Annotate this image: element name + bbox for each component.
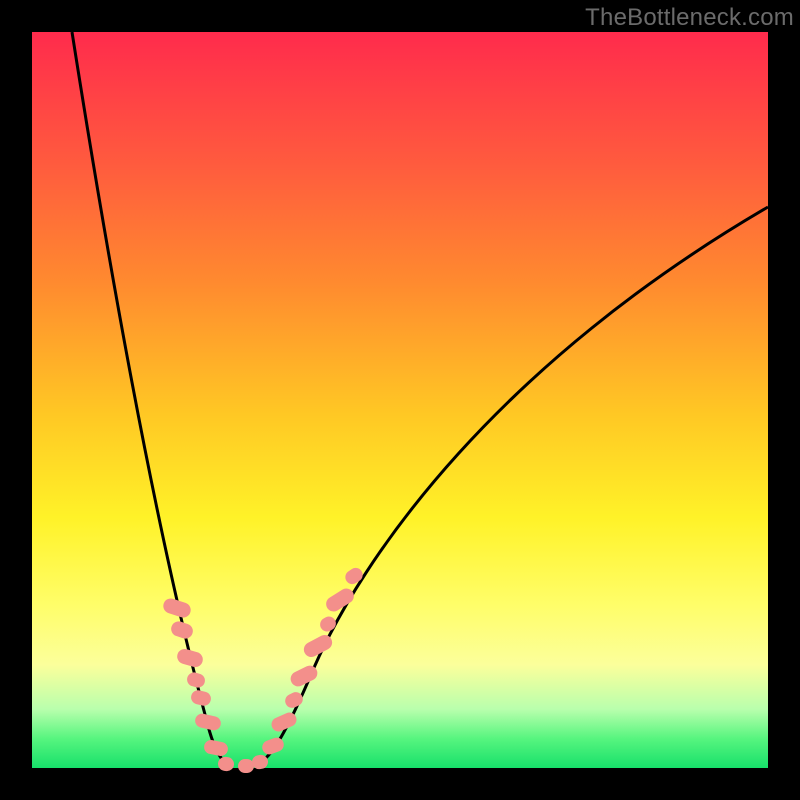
chart-stage: TheBottleneck.com	[0, 0, 800, 800]
data-marker	[318, 614, 339, 634]
curve-svg	[32, 32, 768, 768]
watermark-label: TheBottleneck.com	[585, 4, 794, 32]
data-marker	[175, 647, 204, 669]
data-marker	[343, 565, 366, 587]
curve-left	[72, 32, 232, 766]
data-marker	[260, 736, 285, 757]
data-marker	[203, 739, 229, 757]
data-marker	[190, 689, 213, 707]
data-marker	[169, 619, 195, 640]
data-marker	[194, 712, 222, 731]
data-marker	[185, 671, 206, 689]
data-marker	[238, 759, 254, 774]
plot-area	[32, 32, 768, 768]
curve-right	[252, 207, 768, 766]
data-marker	[323, 586, 356, 615]
